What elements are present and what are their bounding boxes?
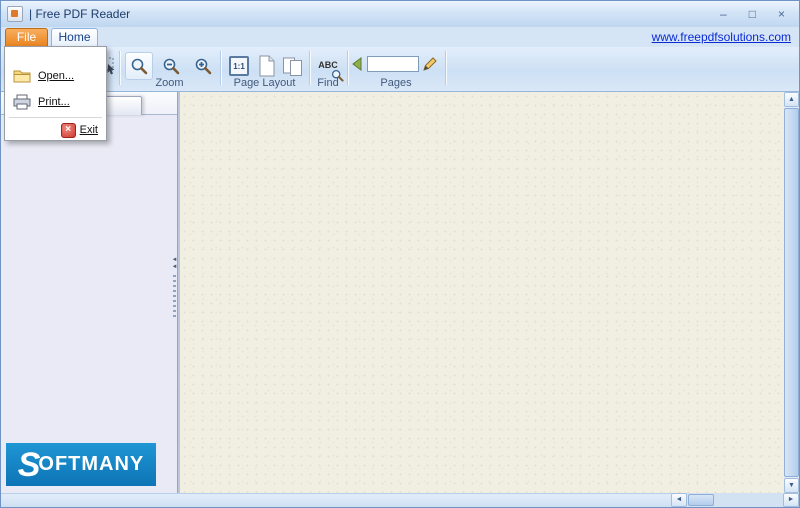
scroll-right-icon[interactable]: ► xyxy=(783,493,799,507)
horizontal-scrollbar[interactable]: ◄ ► xyxy=(671,493,799,507)
document-canvas xyxy=(180,92,784,493)
logo-text: OFTMANY xyxy=(38,453,144,476)
softmany-logo: S OFTMANY xyxy=(6,443,156,486)
splitter-grip-dots xyxy=(173,275,176,317)
magnifier-icon xyxy=(130,57,148,75)
vertical-scroll-thumb[interactable] xyxy=(784,108,799,477)
menu-item-print[interactable]: Print... xyxy=(5,89,106,115)
window-title: | Free PDF Reader xyxy=(29,1,130,27)
page-number-input[interactable] xyxy=(367,56,419,72)
zoom-in-icon xyxy=(194,57,212,75)
vertical-scrollbar[interactable]: ▲ ▼ xyxy=(784,92,799,493)
close-icon[interactable]: × xyxy=(778,8,785,20)
file-menu: Open... Print... × Exit xyxy=(4,46,107,141)
group-label-page-layout: Page Layout xyxy=(220,77,309,89)
menu-exit-label: Exit xyxy=(80,124,98,136)
thumbnails-panel: Thumbnails S OFTMANY xyxy=(1,92,177,493)
zoom-out-button[interactable] xyxy=(157,52,185,80)
actual-size-button[interactable]: 1:1 xyxy=(225,52,253,80)
pencil-icon xyxy=(422,56,438,72)
bottom-bar: ◄ ► xyxy=(1,493,799,507)
menu-separator xyxy=(9,117,102,118)
window-controls: – □ × xyxy=(720,1,785,27)
horizontal-scroll-thumb[interactable] xyxy=(688,494,714,506)
scroll-up-icon[interactable]: ▲ xyxy=(784,92,799,107)
printer-icon xyxy=(13,94,31,110)
group-separator xyxy=(445,51,446,85)
go-to-page-button[interactable] xyxy=(420,54,440,74)
exit-icon: × xyxy=(61,123,76,138)
scroll-left-icon[interactable]: ◄ xyxy=(671,493,687,507)
menu-open-label: Open... xyxy=(38,70,74,82)
previous-page-button[interactable] xyxy=(348,54,368,74)
open-folder-icon xyxy=(13,69,31,83)
menu-item-exit[interactable]: × Exit xyxy=(5,120,106,140)
app-window: | Free PDF Reader – □ × www.freepdfsolut… xyxy=(0,0,800,508)
group-label-pages: Pages xyxy=(347,77,445,89)
continuous-pages-button[interactable] xyxy=(279,52,307,80)
minimize-icon[interactable]: – xyxy=(720,8,727,20)
zoom-button[interactable] xyxy=(125,52,153,80)
single-page-icon xyxy=(258,55,276,77)
previous-page-icon xyxy=(350,56,366,72)
menu-item-open[interactable]: Open... xyxy=(5,63,106,89)
group-label-find: Find xyxy=(309,77,347,89)
scroll-down-icon[interactable]: ▼ xyxy=(784,478,799,493)
tab-file[interactable]: File xyxy=(5,28,48,47)
zoom-in-button[interactable] xyxy=(189,52,217,80)
splitter-collapse-handle[interactable]: ◄ ◄ xyxy=(170,257,179,331)
single-page-button[interactable] xyxy=(253,52,281,80)
website-link[interactable]: www.freepdfsolutions.com xyxy=(652,30,791,44)
logo-letter-s: S xyxy=(18,448,41,482)
actual-size-icon: 1:1 xyxy=(229,56,249,76)
tab-home[interactable]: Home xyxy=(51,28,98,47)
maximize-icon[interactable]: □ xyxy=(749,8,756,20)
group-label-zoom: Zoom xyxy=(119,77,220,89)
two-pages-icon xyxy=(282,55,304,77)
menu-print-label: Print... xyxy=(38,96,70,108)
title-bar: | Free PDF Reader – □ × xyxy=(1,1,799,27)
collapse-left-icon: ◄ xyxy=(172,264,178,271)
ribbon: Selection Zoom xyxy=(1,47,799,92)
collapse-left-icon: ◄ xyxy=(172,257,178,264)
zoom-out-icon xyxy=(162,57,180,75)
app-icon[interactable] xyxy=(7,6,23,22)
